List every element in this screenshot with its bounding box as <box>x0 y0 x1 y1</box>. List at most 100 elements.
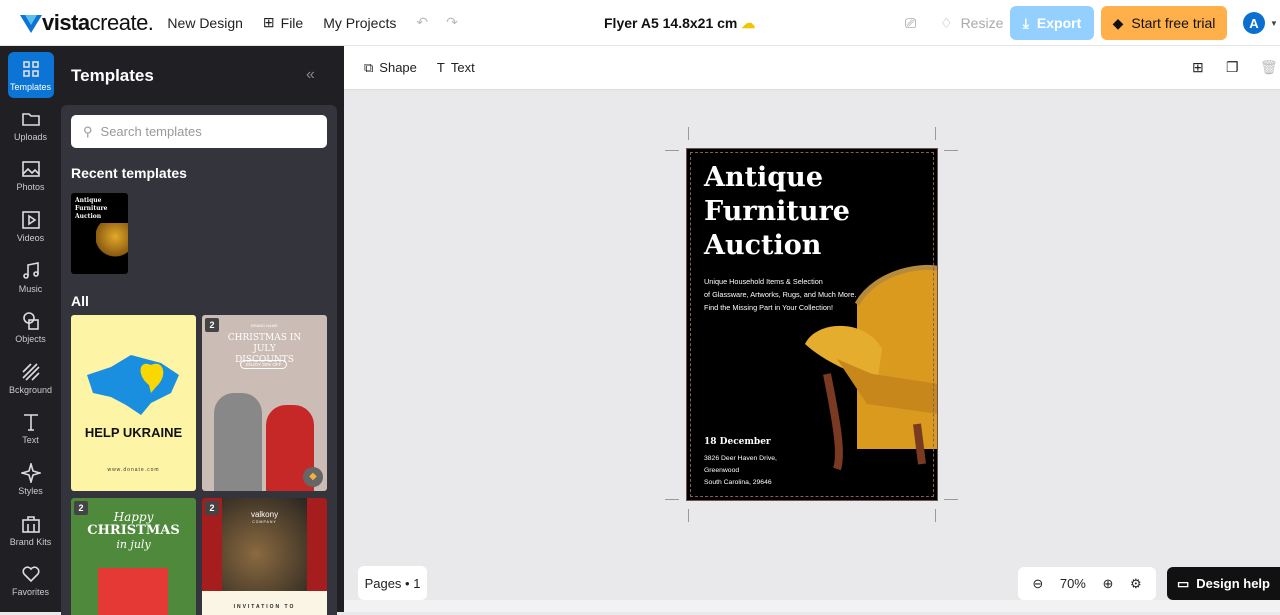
logo-text-bold: vista <box>42 9 90 35</box>
rail-label: Styles <box>18 485 43 496</box>
sidebar-item-styles[interactable]: Styles <box>0 454 61 505</box>
rail-label: Uploads <box>13 131 48 142</box>
sidebar-item-templates[interactable]: Templates <box>7 52 54 98</box>
text-button[interactable]: T Text <box>437 60 475 75</box>
panel-title: Templates <box>71 66 154 85</box>
shape-icon: ⧉ <box>364 59 374 75</box>
sidebar-item-brand-kits[interactable]: Brand Kits <box>0 505 61 556</box>
my-projects-link[interactable]: My Projects <box>323 15 396 31</box>
document-title[interactable]: Flyer A5 14.8x21 cm ☁ <box>604 15 755 32</box>
shape-label: Shape <box>379 59 417 75</box>
templates-list: ⚲ Search templates Recent templates Antiq… <box>61 105 337 615</box>
template-subtext: www.donate.com <box>107 467 160 473</box>
rail-label: Templates <box>9 81 52 92</box>
zoom-in-icon[interactable]: ⊕ <box>1103 576 1114 592</box>
sidebar-item-objects[interactable]: Objects <box>0 302 61 353</box>
diamond-icon: ◆ <box>1112 14 1124 31</box>
template-christmas-july-discounts[interactable]: 2 BRAND NAME CHRISTMAS IN JULY DISCOUNTS… <box>202 315 327 491</box>
grid-icon: ⊞ <box>262 14 275 30</box>
rail-label: Brand Kits <box>9 536 52 547</box>
sidebar-item-uploads[interactable]: Uploads <box>0 100 61 151</box>
zoom-out-icon[interactable]: ⊖ <box>1032 576 1043 592</box>
chat-icon: ▭ <box>1177 575 1190 591</box>
resize-button[interactable]: ♢ Resize <box>940 6 1003 40</box>
present-icon[interactable]: ⎚ <box>905 6 916 40</box>
template-invitation[interactable]: 2 valkony COMPANY INVITATION TO <box>202 498 327 615</box>
export-button[interactable]: ⤓ Export <box>1010 6 1094 40</box>
design-canvas-flyer[interactable]: Antique Furniture Auction Unique Household… <box>686 148 938 501</box>
zoom-level[interactable]: 70% <box>1060 576 1086 591</box>
flyer-title[interactable]: Antique Furniture Auction <box>704 161 850 263</box>
undo-icon[interactable]: ↶ <box>416 14 428 31</box>
redo-icon[interactable]: ↷ <box>446 14 458 31</box>
trash-icon[interactable]: 🗑 <box>1260 59 1278 76</box>
heart-icon <box>21 566 40 583</box>
text-icon: T <box>436 60 445 75</box>
template-brand: valkony <box>250 510 279 519</box>
design-help-button[interactable]: ▭ Design help <box>1167 567 1280 600</box>
briefcase-icon <box>21 515 40 533</box>
template-happy-christmas-july[interactable]: 2 Happy CHRISTMAS in july <box>71 498 196 615</box>
video-icon <box>21 211 40 229</box>
export-label: Export <box>1036 15 1082 31</box>
text-label: Text <box>450 60 475 75</box>
photo-icon <box>21 161 40 178</box>
new-design-button[interactable]: New Design <box>167 15 242 31</box>
horizontal-scrollbar[interactable] <box>344 600 1280 612</box>
resize-label: Resize <box>960 15 1004 31</box>
shape-button[interactable]: ⧉ Shape <box>364 60 417 76</box>
all-heading: All <box>71 293 89 309</box>
sidebar-item-favorites[interactable]: Favorites <box>0 555 61 606</box>
music-icon <box>22 261 39 279</box>
template-help-ukraine[interactable]: HELP UKRAINE www.donate.com <box>71 315 196 491</box>
template-text: Happy <box>113 510 154 524</box>
my-projects-label: My Projects <box>323 14 397 31</box>
sidebar-item-background[interactable]: Bckground <box>0 353 61 404</box>
sidebar-item-text[interactable]: Text <box>0 404 61 455</box>
logo[interactable]: vista create. <box>20 9 154 36</box>
template-brand: BRAND NAME <box>251 323 278 328</box>
add-page-icon[interactable]: ⊞ <box>1192 59 1204 76</box>
rail-label: Text <box>22 435 39 446</box>
rail-label: Bckground <box>8 384 53 395</box>
file-label: File <box>280 14 304 31</box>
ukraine-map-image <box>87 355 179 415</box>
avatar[interactable]: A <box>1243 12 1265 34</box>
objects-icon <box>22 312 39 330</box>
logo-icon <box>20 14 42 33</box>
settings-gear-icon[interactable]: ⚙ <box>1130 576 1142 592</box>
design-help-label: Design help <box>1196 576 1270 591</box>
template-text: HELP UKRAINE <box>84 425 183 440</box>
search-input[interactable]: ⚲ Search templates <box>71 115 327 148</box>
template-text: INVITATION TO <box>233 604 296 610</box>
sidebar-item-videos[interactable]: Videos <box>0 201 61 252</box>
logo-text-light: create. <box>89 9 154 35</box>
sidebar-item-photos[interactable]: Photos <box>0 151 61 202</box>
top-bar: vista create. New Design ⊞ File My Project… <box>0 0 1280 46</box>
rail-label: Videos <box>16 232 45 243</box>
pages-button[interactable]: Pages • 1 <box>358 566 427 600</box>
rail-label: Objects <box>15 334 46 345</box>
template-text: CHRISTMAS <box>87 523 180 538</box>
duplicate-icon[interactable]: ❐ <box>1226 59 1239 76</box>
flyer-address[interactable]: 3826 Deer Haven Drive, Greenwood South Car… <box>704 453 777 489</box>
sidebar-item-music[interactable]: Music <box>0 252 61 303</box>
template-brand-sub: COMPANY <box>252 520 277 524</box>
file-menu[interactable]: ⊞ File <box>263 14 303 31</box>
flyer-date[interactable]: 18 December <box>704 437 771 447</box>
pages-label: Pages • 1 <box>364 575 421 591</box>
template-subtext: ENJOY 30% OFF <box>240 360 288 369</box>
cloud-saved-icon: ☁ <box>741 15 756 31</box>
recent-template-thumbnail[interactable]: Antique Furniture Auction <box>71 193 128 274</box>
chevron-down-icon[interactable]: ▼ <box>1270 19 1278 28</box>
gift-image <box>98 568 168 615</box>
text-icon <box>23 414 38 432</box>
collapse-panel-icon[interactable]: « <box>306 66 315 84</box>
template-text: in july <box>116 538 151 551</box>
search-placeholder: Search templates <box>100 124 202 139</box>
editor-toolbar: ⧉ Shape T Text ⊞ ❐ 🗑 <box>344 46 1280 90</box>
flyer-description[interactable]: Unique Household Items & Selection of Gla… <box>704 275 856 314</box>
start-free-trial-button[interactable]: ◆ Start free trial <box>1101 6 1227 40</box>
chair-image <box>96 223 128 257</box>
recent-templates-heading: Recent templates <box>71 165 187 181</box>
